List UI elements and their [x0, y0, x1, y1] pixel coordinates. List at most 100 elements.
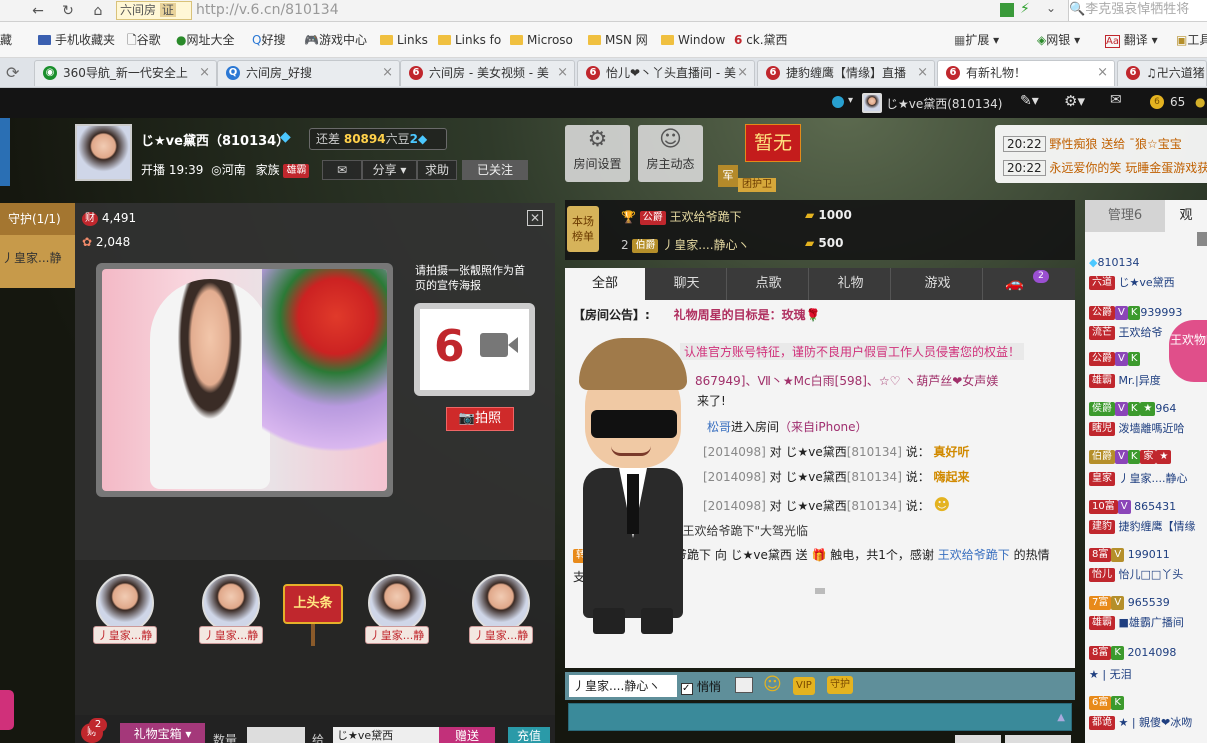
- user-row[interactable]: ★ | 无泪: [1089, 666, 1132, 682]
- side-launcher[interactable]: [0, 690, 14, 730]
- car-icon[interactable]: 🚗: [1005, 274, 1024, 292]
- image-icon[interactable]: [735, 677, 753, 693]
- fan-badge[interactable]: 丿皇家...静: [199, 574, 263, 654]
- fan-badge[interactable]: 丿皇家...静: [469, 574, 533, 654]
- user-row[interactable]: 六道 じ★ve黛西: [1089, 274, 1175, 290]
- close-icon[interactable]: ×: [917, 61, 928, 85]
- rank-row[interactable]: 🏆 公爵 王欢给爷跪下: [621, 208, 742, 225]
- floating-gift-banner[interactable]: 王欢物啦: [1169, 320, 1207, 382]
- user-row[interactable]: 公爵 V K 939993: [1089, 306, 1182, 320]
- message-button[interactable]: ✉: [322, 160, 362, 180]
- recharge-button[interactable]: 充值: [508, 727, 550, 743]
- refresh-tabs-icon[interactable]: ⟳: [6, 63, 19, 82]
- fan-badge[interactable]: 丿皇家...静: [93, 574, 157, 654]
- help-button[interactable]: 求助: [417, 160, 457, 180]
- bookmark-item[interactable]: 6 ck.黛西: [734, 22, 788, 58]
- bookmark-folder[interactable]: Links fo: [438, 22, 501, 58]
- user-row[interactable]: 雄霸 Mr.|异度: [1089, 372, 1161, 388]
- chat-target-select[interactable]: 丿皇家....静心ヽ: [569, 675, 677, 697]
- gear-icon[interactable]: ⚙▾: [1064, 92, 1085, 110]
- user-row[interactable]: 怡儿 怡儿□□丫头: [1089, 566, 1183, 582]
- room-settings-button[interactable]: ⚙ 房间设置: [565, 125, 630, 182]
- qty-input[interactable]: [247, 727, 305, 743]
- tab-360-nav[interactable]: ◉ 360导航_新一代安全上 ×: [34, 60, 217, 86]
- user-row[interactable]: 皇家 丿皇家....静心: [1089, 470, 1188, 486]
- bookmark-folder[interactable]: Microso: [510, 22, 573, 58]
- url-input[interactable]: http://v.6.cn/810134: [196, 0, 996, 21]
- fan-badge[interactable]: 丿皇家...静: [365, 574, 429, 654]
- user-id[interactable]: [810134]: [847, 445, 902, 459]
- user-row[interactable]: 8富 V 199011: [1089, 548, 1170, 562]
- edit-icon[interactable]: ✎▾: [1020, 93, 1039, 109]
- host-avatar[interactable]: [75, 124, 132, 181]
- headline-button[interactable]: 上头条: [283, 584, 343, 624]
- close-icon[interactable]: ×: [737, 61, 748, 85]
- close-icon[interactable]: ×: [1097, 61, 1108, 85]
- chat-input[interactable]: ▲: [568, 703, 1072, 731]
- recipient-select[interactable]: じ★ve黛西: [333, 727, 439, 743]
- user-id[interactable]: [810134]: [847, 499, 902, 513]
- guard-member[interactable]: 丿皇家...静: [0, 235, 75, 266]
- tab-jiebao[interactable]: 6 捷豹缠鹰【情缘】直播 ×: [757, 60, 935, 86]
- vip-emoji-button[interactable]: VIP: [793, 677, 815, 695]
- home-icon[interactable]: ⌂: [88, 1, 108, 21]
- guard-tab[interactable]: 守护(1/1): [0, 203, 75, 235]
- follow-button[interactable]: 已关注: [462, 160, 528, 180]
- take-photo-button[interactable]: 📷拍照: [446, 407, 514, 431]
- back-icon[interactable]: ←: [28, 1, 48, 21]
- send-button[interactable]: [955, 735, 1001, 743]
- user-row[interactable]: 6富 K: [1089, 696, 1124, 710]
- user-name[interactable]: 王欢给爷跪下: [938, 548, 1010, 562]
- emoji-icon[interactable]: ☺: [763, 674, 782, 695]
- user-name[interactable]: じ★ve黛西: [785, 470, 846, 484]
- close-icon[interactable]: ×: [557, 61, 568, 85]
- guard-rank-none[interactable]: 暂无: [745, 124, 801, 162]
- host-dynamics-button[interactable]: ☺ 房主动态: [638, 125, 703, 182]
- user-row[interactable]: 伯爵 V K 家 ★: [1089, 450, 1172, 464]
- user-row[interactable]: 流芒 王欢给爷: [1089, 324, 1163, 340]
- user-name[interactable]: じ★ve黛西: [785, 445, 846, 459]
- family-tag[interactable]: 雄霸: [283, 163, 310, 178]
- tab-haosou[interactable]: Q 六间房_好搜 ×: [217, 60, 400, 86]
- close-icon[interactable]: ×: [199, 61, 210, 85]
- chevron-down-icon[interactable]: ▾: [848, 95, 853, 106]
- bookmark-item[interactable]: 🗋谷歌: [127, 22, 161, 58]
- bookmark-folder[interactable]: Window: [661, 22, 725, 58]
- user-name[interactable]: 松哥: [707, 420, 731, 434]
- user-row[interactable]: 公爵 V K: [1089, 352, 1141, 366]
- site-identity[interactable]: 六间房 证: [116, 1, 192, 20]
- bolt-icon[interactable]: ⚡: [1020, 1, 1030, 17]
- share-button[interactable]: 分享 ▾: [362, 160, 417, 180]
- user-name[interactable]: じ★ve黛西: [785, 499, 846, 513]
- bookmark-item[interactable]: Q好搜: [252, 22, 285, 58]
- bookmark-item[interactable]: 🎮游戏中心: [304, 22, 367, 58]
- qr-icon[interactable]: [1000, 3, 1014, 17]
- camera-box[interactable]: 6: [414, 303, 535, 396]
- user-row[interactable]: 雄霸 ■雄霸广播间: [1089, 614, 1184, 630]
- user-row[interactable]: 建豹 捷豹缠鹰【情缘: [1089, 518, 1196, 534]
- bookmark-folder[interactable]: Links: [380, 22, 428, 58]
- reload-icon[interactable]: ↻: [58, 1, 78, 21]
- user-row[interactable]: 10富 V 865431: [1089, 500, 1176, 514]
- gift-box-button[interactable]: 礼物宝箱 ▾: [120, 723, 205, 743]
- bookmark-item[interactable]: ●网址大全: [176, 22, 235, 58]
- tab-game[interactable]: 游戏: [893, 268, 983, 300]
- send-gift-button[interactable]: 赠送: [439, 727, 495, 743]
- tab-song[interactable]: 点歌: [729, 268, 809, 300]
- current-user[interactable]: じ★ve黛西(810134): [886, 95, 1002, 112]
- bookmark-item[interactable]: 手机收藏夹: [38, 22, 115, 58]
- guard-emoji-button[interactable]: 守护: [827, 676, 853, 694]
- bookmark-folder[interactable]: MSN 网: [588, 22, 648, 58]
- user-id[interactable]: [2014098]: [703, 445, 766, 459]
- whisper-toggle[interactable]: ✓ 悄悄: [681, 678, 721, 695]
- user-row[interactable]: ◆810134: [1089, 256, 1139, 269]
- user-row[interactable]: 瞎児 泼墙離嗎近哈: [1089, 420, 1185, 436]
- side-ribbon[interactable]: [0, 118, 10, 186]
- tab-gift[interactable]: 礼物: [811, 268, 891, 300]
- tab-admins[interactable]: 管理6: [1085, 200, 1165, 232]
- tools-button[interactable]: ▣工具: [1176, 22, 1207, 58]
- tab-viewers[interactable]: 观: [1165, 200, 1207, 232]
- rank-row[interactable]: 2 伯爵 丿皇家....静心ヽ: [621, 236, 750, 253]
- bookmark-item[interactable]: 藏: [0, 22, 12, 58]
- mascot-figure[interactable]: [555, 328, 705, 648]
